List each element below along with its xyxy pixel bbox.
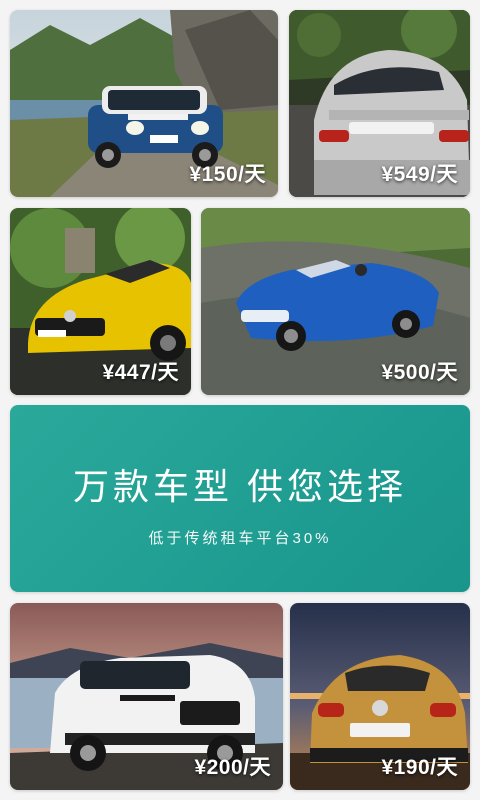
price-label: ¥200/天 <box>194 756 271 779</box>
car-card-mini[interactable]: ¥150/天 <box>10 10 278 197</box>
car-card-jeep[interactable]: ¥200/天 <box>10 603 283 790</box>
banner-title: 万款车型 供您选择 <box>72 466 407 507</box>
car-card-porsche[interactable]: ¥549/天 <box>289 10 470 197</box>
price-label: ¥447/天 <box>102 361 179 384</box>
car-card-mercedes[interactable]: ¥447/天 <box>10 208 191 395</box>
price-label: ¥500/天 <box>381 361 458 384</box>
price-label: ¥150/天 <box>189 163 266 186</box>
banner-subtitle: 低于传统租车平台30% <box>148 530 332 547</box>
car-card-beetle[interactable]: ¥190/天 <box>290 603 470 790</box>
promo-banner[interactable]: 万款车型 供您选择 低于传统租车平台30% <box>10 405 470 592</box>
price-label: ¥190/天 <box>381 756 458 779</box>
price-label: ¥549/天 <box>381 163 458 186</box>
car-card-bmw[interactable]: ¥500/天 <box>201 208 470 395</box>
